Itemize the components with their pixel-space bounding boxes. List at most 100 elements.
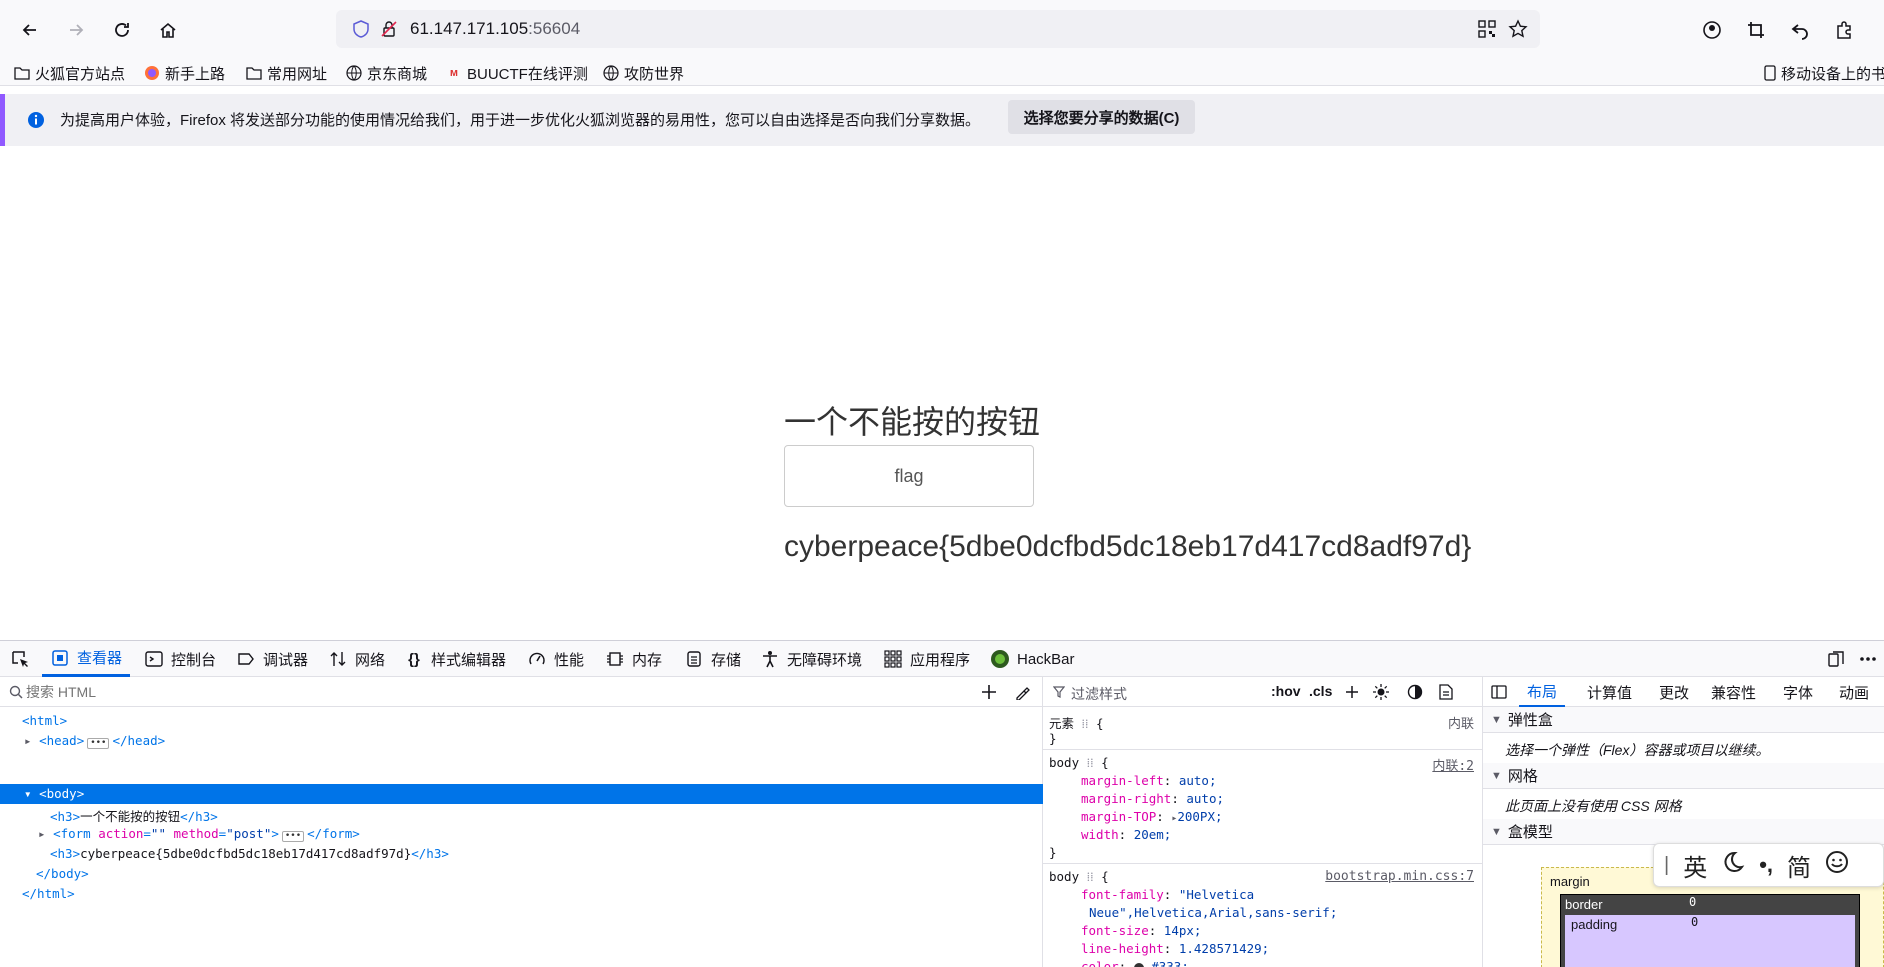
tab-inspector[interactable]: 查看器: [42, 641, 131, 677]
tab-application[interactable]: 应用程序: [883, 641, 970, 677]
choose-data-button[interactable]: 选择您要分享的数据(C): [1008, 100, 1195, 134]
firefox-icon: [144, 65, 160, 81]
add-node-icon[interactable]: [981, 684, 997, 700]
expand-arrow-icon[interactable]: ▸: [38, 826, 46, 841]
tab-accessibility[interactable]: 无障碍环境: [760, 641, 862, 677]
insecure-lock-icon[interactable]: [380, 20, 398, 38]
rule-inline-source-link[interactable]: 内联:2: [1432, 755, 1474, 774]
rule-declaration[interactable]: color: #333;: [1081, 959, 1189, 967]
color-swatch-icon[interactable]: [1133, 962, 1144, 967]
tab-debugger[interactable]: 调试器: [236, 641, 308, 677]
collapsed-ellipsis-icon[interactable]: •••: [87, 738, 110, 749]
light-theme-icon[interactable]: [1373, 684, 1389, 700]
border-top-value[interactable]: 0: [1689, 895, 1696, 909]
rule-declaration[interactable]: line-height: 1.428571429;: [1081, 941, 1269, 956]
hov-toggle[interactable]: :hov: [1271, 683, 1301, 699]
bookmark-item[interactable]: 攻防世界: [603, 63, 684, 83]
rule-element-selector[interactable]: 元素 ⁞⁞ {: [1049, 713, 1104, 732]
undo-button[interactable]: [1784, 14, 1816, 46]
rule-declaration[interactable]: margin-left: auto;: [1081, 773, 1217, 788]
toggle-sidebar-icon[interactable]: [1491, 684, 1507, 700]
flexbox-section-header[interactable]: ▼ 弹性盒: [1483, 707, 1884, 733]
markup-body-close[interactable]: </body>: [36, 866, 89, 881]
tab-style-editor[interactable]: {} 样式编辑器: [404, 641, 506, 677]
tab-console[interactable]: 控制台: [144, 641, 216, 677]
home-button[interactable]: [152, 14, 184, 46]
ime-language-toggle[interactable]: 英: [1683, 848, 1707, 883]
url-text[interactable]: 61.147.171.105:56604: [410, 19, 580, 39]
markup-html-open[interactable]: <html>: [22, 713, 67, 728]
tab-memory[interactable]: 内存: [605, 641, 662, 677]
search-html-input[interactable]: [26, 681, 626, 703]
collapsed-ellipsis-icon[interactable]: •••: [281, 831, 305, 842]
emoji-icon[interactable]: [1825, 850, 1849, 881]
dark-theme-icon[interactable]: [1407, 684, 1423, 700]
grid-dots-icon: ⁞⁞: [1086, 869, 1094, 884]
bookmark-item[interactable]: ᴍ BUUCTF在线评测: [446, 63, 588, 83]
tracking-shield-icon[interactable]: [352, 20, 370, 38]
tab-hackbar[interactable]: HackBar: [990, 641, 1075, 677]
add-rule-icon[interactable]: [1345, 685, 1359, 699]
tab-performance[interactable]: 性能: [527, 641, 584, 677]
rule-declaration[interactable]: font-size: 14px;: [1081, 923, 1201, 938]
tab-layout[interactable]: 布局: [1519, 677, 1566, 707]
rule-bootstrap-source-link[interactable]: bootstrap.min.css:7: [1325, 869, 1474, 884]
bookmark-item[interactable]: 新手上路: [144, 63, 225, 83]
flag-button[interactable]: flag: [784, 445, 1034, 507]
ime-simplified-toggle[interactable]: 简: [1787, 848, 1811, 883]
network-icon: [328, 649, 348, 669]
bookmark-item[interactable]: 火狐官方站点: [14, 63, 125, 83]
cls-toggle[interactable]: .cls: [1309, 683, 1332, 699]
moon-icon[interactable]: [1721, 850, 1745, 881]
screenshot-button[interactable]: [1740, 14, 1772, 46]
url-bar[interactable]: 61.147.171.105:56604: [336, 10, 1540, 48]
box-model-padding[interactable]: padding 0: [1565, 915, 1855, 967]
rule-body-selector-bootstrap[interactable]: body ⁞⁞ {: [1049, 869, 1109, 885]
qr-code-icon[interactable]: [1478, 20, 1496, 38]
responsive-design-icon[interactable]: [1826, 649, 1846, 669]
eyedropper-icon[interactable]: [1015, 684, 1031, 700]
print-media-icon[interactable]: [1439, 684, 1453, 700]
application-grid-icon: [883, 649, 903, 669]
box-model-border[interactable]: border 0 padding 0: [1560, 894, 1860, 967]
markup-h3-flag-node[interactable]: <h3>cyberpeace{5dbe0dcfbd5dc18eb17d417cd…: [50, 846, 449, 861]
filter-styles-input[interactable]: 过滤样式: [1071, 684, 1127, 704]
rule-body-selector[interactable]: body ⁞⁞ {: [1049, 755, 1109, 771]
bookmark-item[interactable]: 常用网址: [246, 63, 327, 83]
tab-storage[interactable]: 存储: [684, 641, 741, 677]
forward-button[interactable]: [60, 14, 92, 46]
tab-computed[interactable]: 计算值: [1587, 677, 1632, 707]
tab-compatibility[interactable]: 兼容性: [1711, 677, 1756, 707]
markup-head-node[interactable]: ▸ <head> ••• </head>: [24, 733, 165, 749]
markup-h3-node[interactable]: <h3>一个不能按的按钮</h3>: [50, 806, 218, 825]
account-button[interactable]: [1696, 14, 1728, 46]
rule-declaration[interactable]: font-family: "Helvetica: [1081, 887, 1254, 902]
grid-section-header[interactable]: ▼ 网格: [1483, 763, 1884, 789]
markup-form-node[interactable]: ▸ <form action="" method="post"> ••• </for…: [38, 826, 360, 842]
rule-declaration[interactable]: width: 20em;: [1081, 827, 1171, 842]
markup-html-close[interactable]: </html>: [22, 886, 75, 901]
tab-fonts[interactable]: 字体: [1783, 677, 1813, 707]
element-picker-icon[interactable]: [10, 649, 30, 669]
expand-arrow-icon[interactable]: ▸: [24, 733, 32, 748]
reload-button[interactable]: [106, 14, 138, 46]
bookmark-item-mobile[interactable]: 移动设备上的书: [1764, 63, 1884, 83]
punctuation-icon[interactable]: •,: [1759, 852, 1773, 878]
tab-changes[interactable]: 更改: [1659, 677, 1689, 707]
collapse-arrow-icon[interactable]: ▾: [24, 786, 32, 801]
box-model-section-header[interactable]: ▼ 盒模型: [1483, 819, 1884, 845]
back-button[interactable]: [14, 14, 46, 46]
bookmark-star-icon[interactable]: [1508, 19, 1528, 39]
markup-body-node[interactable]: ▾ <body>: [24, 786, 84, 801]
bookmark-item[interactable]: 京东商城: [346, 63, 427, 83]
grid-description: 此页面上没有使用 CSS 网格: [1505, 798, 1682, 814]
tab-animations[interactable]: 动画: [1839, 677, 1869, 707]
rule-declaration[interactable]: margin-right: auto;: [1081, 791, 1224, 806]
tab-network[interactable]: 网络: [328, 641, 385, 677]
extensions-button[interactable]: [1828, 14, 1860, 46]
padding-top-value[interactable]: 0: [1691, 915, 1698, 929]
rule-declaration[interactable]: margin-TOP: ▸200PX;: [1081, 809, 1223, 824]
info-icon: [28, 112, 44, 128]
ime-drag-handle-icon[interactable]: |: [1664, 854, 1669, 877]
more-options-icon[interactable]: [1858, 649, 1878, 669]
